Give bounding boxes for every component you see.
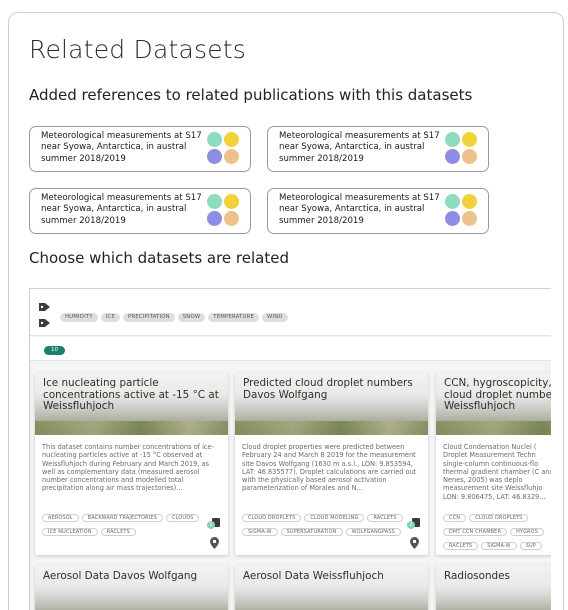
keyword-chip: CLOUD DROPLETS bbox=[469, 514, 529, 522]
keyword-chip: SIGMA-W bbox=[242, 528, 278, 536]
purple-dot-icon bbox=[445, 211, 460, 226]
orange-dot-icon bbox=[462, 211, 477, 226]
reference-card[interactable]: Meteorological measurements at S17 near … bbox=[267, 126, 489, 172]
dataset-type-dots bbox=[207, 132, 241, 166]
keyword-chip: RACLETS bbox=[443, 542, 479, 550]
dataset-keywords: CLOUD DROPLETS CLOUD MODELING RACLETS SIGMA… bbox=[242, 508, 408, 536]
keyword-chip: DMT CCN CHAMBER bbox=[443, 528, 508, 536]
tag-icon[interactable] bbox=[39, 302, 51, 312]
dataset-keywords: AEROSOL BACKWARD TRAJECTORIES CLOUDS ICE NU… bbox=[42, 508, 208, 536]
yellow-dot-icon bbox=[224, 132, 239, 147]
dataset-title: Radiosondes bbox=[444, 570, 510, 582]
keyword-chip: BACKWARD TRAJECTORIES bbox=[81, 514, 164, 522]
dataset-type-dots bbox=[445, 132, 479, 166]
dataset-description: Cloud Condensation Nuclei ( Droplet Meas… bbox=[443, 443, 551, 501]
stack-count-icon: 2 bbox=[407, 518, 420, 530]
dataset-keywords: CCN CLOUD DROPLETS DMT CCN CHAMBER HYGROS RA… bbox=[443, 508, 551, 550]
filter-chip[interactable]: TEMPERATURE bbox=[208, 313, 259, 322]
teal-dot-icon bbox=[207, 194, 222, 209]
reference-text: Meteorological measurements at S17 near … bbox=[41, 193, 202, 226]
dataset-browser: HUMIDITY ICE PRECIPITATION SNOW TEMPERATURE W… bbox=[29, 288, 551, 610]
keyword-chip: WOLFGANGPASS bbox=[345, 528, 401, 536]
choose-heading: Choose which datasets are related bbox=[29, 249, 289, 267]
yellow-dot-icon bbox=[462, 132, 477, 147]
dataset-title: CCN, hygroscopicity, cloud droplet numbe… bbox=[444, 377, 551, 412]
dataset-title: Aerosol Data Weissfluhjoch bbox=[243, 570, 384, 582]
keyword-chip: SIGMA-W bbox=[481, 542, 517, 550]
page-title: Related Datasets bbox=[29, 35, 247, 64]
reference-text: Meteorological measurements at S17 near … bbox=[41, 131, 202, 164]
dataset-title: Aerosol Data Davos Wolfgang bbox=[43, 570, 198, 582]
reference-text: Meteorological measurements at S17 near … bbox=[279, 131, 440, 164]
references-heading: Added references to related publications… bbox=[29, 86, 473, 104]
orange-dot-icon bbox=[224, 149, 239, 164]
keyword-chip: AEROSOL bbox=[42, 514, 79, 522]
teal-dot-icon bbox=[207, 132, 222, 147]
keyword-chip: RACLETS bbox=[367, 514, 403, 522]
reference-card[interactable]: Meteorological measurements at S17 near … bbox=[29, 126, 251, 172]
dataset-type-dots bbox=[207, 194, 241, 228]
purple-dot-icon bbox=[445, 149, 460, 164]
purple-dot-icon bbox=[207, 149, 222, 164]
stack-count: 2 bbox=[407, 521, 415, 529]
dataset-title: Predicted cloud droplet numbers Davos Wo… bbox=[243, 377, 413, 401]
filter-chip[interactable]: ICE bbox=[100, 313, 120, 322]
map-pin-icon[interactable] bbox=[410, 537, 419, 549]
reference-card[interactable]: Meteorological measurements at S17 near … bbox=[267, 188, 489, 234]
dataset-title: Ice nucleating particle concentrations a… bbox=[43, 377, 219, 412]
keyword-chip: CCN bbox=[443, 514, 467, 522]
filter-chip[interactable]: WIND bbox=[262, 313, 288, 322]
stack-count: 1 bbox=[207, 521, 215, 529]
map-pin-icon[interactable] bbox=[210, 537, 219, 549]
dataset-card[interactable]: Predicted cloud droplet numbers Davos Wo… bbox=[235, 372, 428, 555]
filter-chips: HUMIDITY ICE PRECIPITATION SNOW TEMPERATURE W… bbox=[60, 303, 291, 322]
keyword-chip: CLOUDS bbox=[166, 514, 200, 522]
filter-chip[interactable]: PRECIPITATION bbox=[122, 313, 175, 322]
stack-count-icon: 1 bbox=[207, 518, 220, 530]
filter-bar: HUMIDITY ICE PRECIPITATION SNOW TEMPERATURE W… bbox=[30, 289, 551, 336]
filter-chip[interactable]: SNOW bbox=[177, 313, 206, 322]
result-count-bar: 10 bbox=[30, 337, 551, 361]
yellow-dot-icon bbox=[462, 194, 477, 209]
related-datasets-panel: Related Datasets Added references to rel… bbox=[8, 12, 564, 610]
keyword-chip: HYGROS bbox=[510, 528, 545, 536]
keyword-chip: ICE NUCLEATION bbox=[42, 528, 98, 536]
dataset-card[interactable]: Aerosol Data Davos Wolfgang bbox=[35, 565, 228, 610]
keyword-chip: RACLETS bbox=[100, 528, 136, 536]
result-count-badge: 10 bbox=[44, 346, 65, 355]
yellow-dot-icon bbox=[224, 194, 239, 209]
reference-card[interactable]: Meteorological measurements at S17 near … bbox=[29, 188, 251, 234]
dataset-card[interactable]: Radiosondes bbox=[436, 565, 551, 610]
filter-chip[interactable]: HUMIDITY bbox=[60, 313, 98, 322]
dataset-description: This dataset contains number concentrati… bbox=[42, 443, 214, 493]
dataset-card[interactable]: Ice nucleating particle concentrations a… bbox=[35, 372, 228, 555]
dataset-card[interactable]: Aerosol Data Weissfluhjoch bbox=[235, 565, 428, 610]
keyword-chip: SUPERSATURATION bbox=[280, 528, 343, 536]
dataset-card[interactable]: CCN, hygroscopicity, cloud droplet numbe… bbox=[436, 372, 551, 555]
purple-dot-icon bbox=[207, 211, 222, 226]
teal-dot-icon bbox=[445, 132, 460, 147]
dataset-description: Cloud droplet properties were predicted … bbox=[242, 443, 417, 493]
keyword-chip: CLOUD MODELING bbox=[304, 514, 365, 522]
orange-dot-icon bbox=[224, 211, 239, 226]
teal-dot-icon bbox=[445, 194, 460, 209]
orange-dot-icon bbox=[462, 149, 477, 164]
dataset-type-dots bbox=[445, 194, 479, 228]
keyword-chip: SUP bbox=[519, 542, 543, 550]
reference-text: Meteorological measurements at S17 near … bbox=[279, 193, 440, 226]
tag-icon[interactable] bbox=[39, 318, 51, 328]
keyword-chip: CLOUD DROPLETS bbox=[242, 514, 302, 522]
